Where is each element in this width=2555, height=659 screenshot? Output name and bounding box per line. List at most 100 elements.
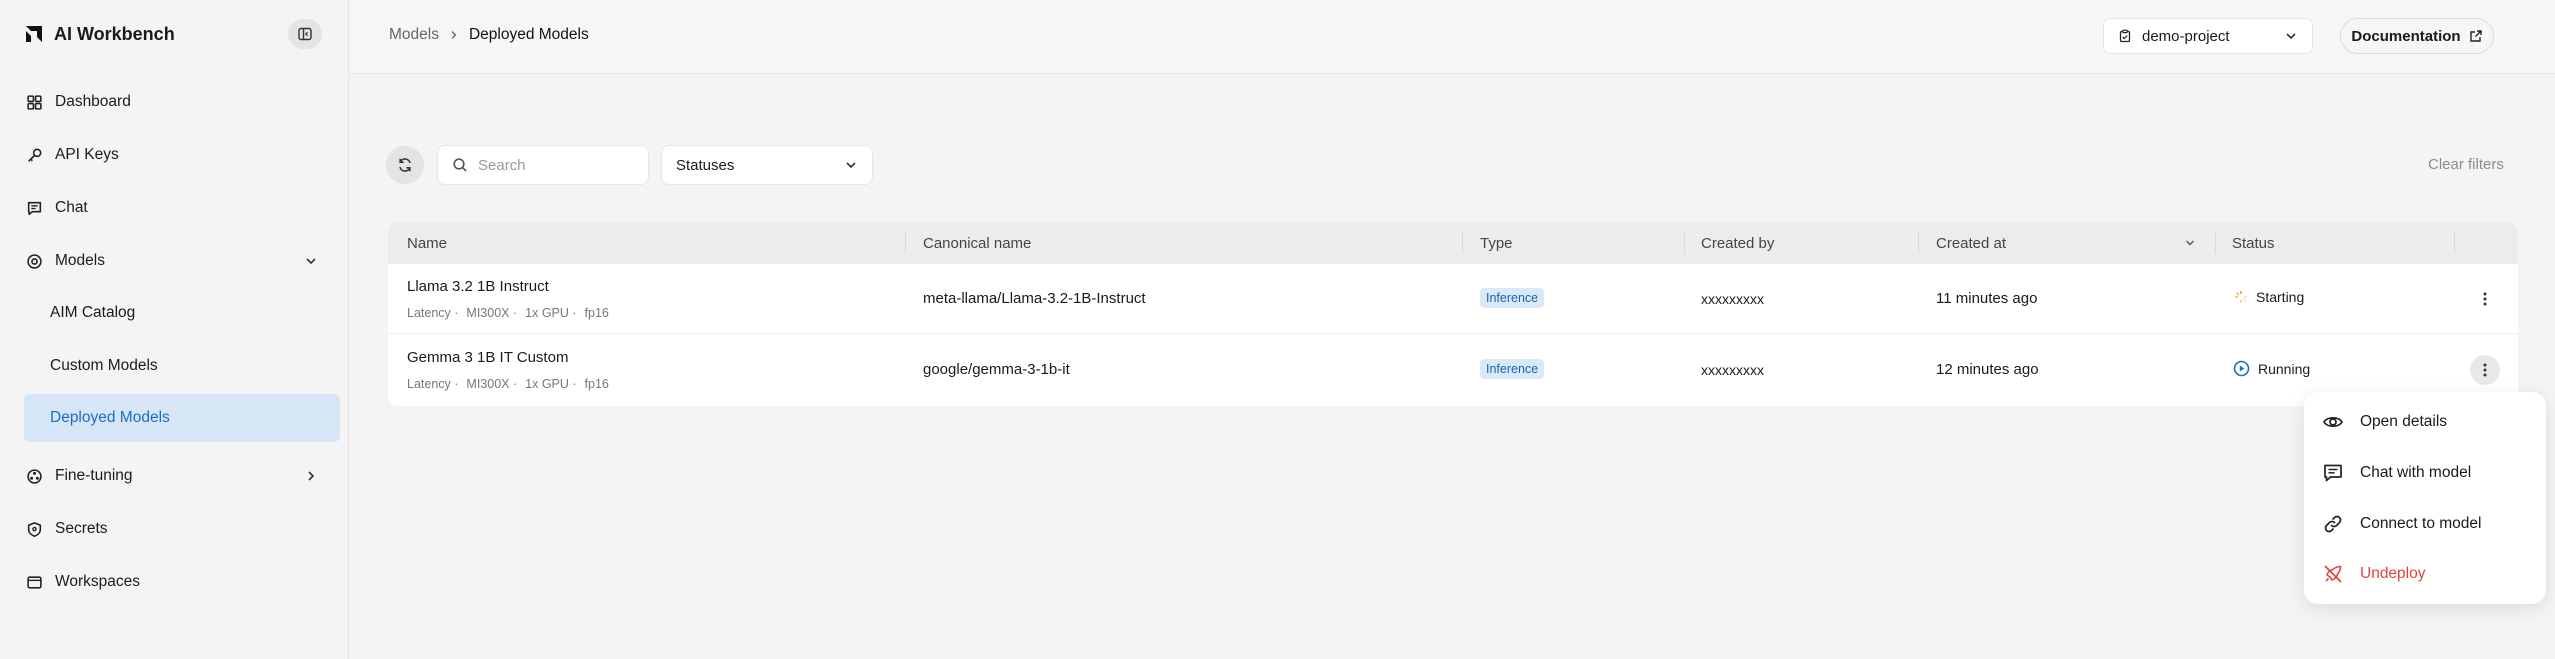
eye-icon (2323, 417, 2343, 427)
column-header-created-by[interactable]: Created by (1701, 222, 1774, 264)
sidebar-item-fine-tuning[interactable]: Fine-tuning (24, 454, 340, 498)
model-name: Llama 3.2 1B Instruct (407, 278, 549, 295)
type-badge: Inference (1480, 288, 1545, 308)
sidebar-item-custom-models[interactable]: Custom Models (24, 342, 340, 390)
chevron-down-icon (306, 258, 316, 265)
status-cell: Starting (2234, 289, 2304, 305)
sidebar-item-label: AIM Catalog (50, 304, 136, 321)
chevron-down-icon (2286, 33, 2296, 40)
menu-item-connect-to-model[interactable]: Connect to model (2322, 504, 2532, 544)
search-box[interactable] (437, 145, 649, 185)
menu-item-label: Connect to model (2360, 515, 2482, 532)
created-by: xxxxxxxxx (1701, 362, 1764, 378)
sidebar-item-label: Secrets (55, 520, 108, 537)
column-divider (2454, 232, 2455, 254)
status-label: Running (2258, 360, 2311, 377)
model-meta-gpu-type: MI300X · (466, 377, 518, 391)
top-bar: Models Deployed Models demo-project Docu… (349, 0, 2555, 74)
search-icon (453, 158, 467, 172)
table-row[interactable]: Llama 3.2 1B Instruct Latency · MI300X ·… (388, 264, 2518, 334)
sidebar-item-label: Custom Models (50, 357, 158, 374)
column-divider (1684, 232, 1685, 254)
canonical-name: meta-llama/Llama-3.2-1B-Instruct (923, 290, 1146, 307)
menu-item-label: Undeploy (2360, 565, 2426, 582)
model-meta-precision: fp16 (584, 306, 609, 320)
logo-icon (26, 26, 42, 42)
breadcrumb-models-link[interactable]: Models (389, 26, 439, 44)
sidebar-item-label: Dashboard (55, 93, 131, 110)
sidebar-item-aim-catalog[interactable]: AIM Catalog (24, 289, 340, 337)
refresh-button[interactable] (386, 146, 424, 184)
clipboard-icon (2119, 29, 2131, 43)
model-meta: Latency · MI300X · 1x GPU · fp16 (407, 306, 609, 320)
column-divider (2215, 232, 2216, 254)
models-icon (27, 253, 42, 269)
clear-filters-button[interactable]: Clear filters (2428, 156, 2504, 173)
menu-item-label: Chat with model (2360, 464, 2472, 481)
table-header: Name Canonical name Type Created by Crea… (388, 222, 2518, 264)
sidebar-item-dashboard[interactable]: Dashboard (24, 80, 340, 124)
created-at: 12 minutes ago (1936, 361, 2039, 378)
menu-item-label: Open details (2360, 413, 2448, 430)
spinner-icon (2235, 291, 2247, 303)
column-header-status[interactable]: Status (2232, 222, 2275, 264)
shield-icon (27, 521, 42, 537)
menu-item-chat-with-model[interactable]: Chat with model (2322, 453, 2532, 493)
table-row[interactable]: Gemma 3 1B IT Custom Latency · MI300X · … (388, 335, 2518, 405)
model-meta: Latency · MI300X · 1x GPU · fp16 (407, 377, 609, 391)
sort-desc-icon[interactable] (2184, 237, 2196, 249)
model-meta-latency: Latency · (407, 306, 459, 320)
chevron-right-icon (308, 471, 315, 481)
documentation-label: Documentation (2351, 27, 2461, 45)
column-divider (1918, 232, 1919, 254)
column-header-created-at[interactable]: Created at (1936, 222, 2006, 264)
row-actions-button[interactable] (2470, 284, 2500, 314)
more-vertical-icon (2483, 292, 2487, 306)
sidebar-item-secrets[interactable]: Secrets (24, 507, 340, 551)
documentation-button[interactable]: Documentation (2340, 18, 2494, 54)
sidebar-item-label: Models (55, 252, 105, 269)
row-actions-button[interactable] (2470, 355, 2500, 385)
sidebar-item-api-keys[interactable]: API Keys (24, 133, 340, 177)
external-link-icon (2469, 30, 2482, 42)
workspace-icon (27, 575, 42, 589)
project-select[interactable]: demo-project (2103, 18, 2313, 54)
sidebar-item-label: Fine-tuning (55, 467, 133, 484)
canonical-name: google/gemma-3-1b-it (923, 361, 1070, 378)
column-header-name[interactable]: Name (407, 222, 447, 264)
chat-icon (27, 201, 42, 215)
column-header-type[interactable]: Type (1480, 222, 1513, 264)
column-divider (905, 232, 906, 254)
sidebar-item-models[interactable]: Models (24, 239, 340, 283)
model-meta-gpu-count: 1x GPU · (525, 306, 577, 320)
search-input[interactable] (478, 156, 638, 174)
column-divider (1462, 232, 1463, 254)
rocket-off-icon (2324, 565, 2342, 583)
status-label: Starting (2256, 289, 2305, 305)
project-name: demo-project (2142, 27, 2230, 45)
sidebar-item-chat[interactable]: Chat (24, 186, 340, 230)
menu-item-open-details[interactable]: Open details (2322, 402, 2532, 442)
model-meta-precision: fp16 (584, 377, 609, 391)
breadcrumb: Models Deployed Models (389, 26, 589, 44)
model-meta-gpu-count: 1x GPU · (525, 377, 577, 391)
brand[interactable]: AI Workbench (24, 22, 175, 46)
model-meta-latency: Latency · (407, 377, 459, 391)
play-circle-icon (2233, 360, 2250, 377)
menu-item-undeploy[interactable]: Undeploy (2322, 554, 2532, 594)
link-icon (2324, 515, 2342, 533)
type-badge: Inference (1480, 359, 1545, 379)
deployed-models-table: Name Canonical name Type Created by Crea… (388, 222, 2518, 406)
sidebar: AI Workbench Dashboard API Keys Chat Mod… (0, 0, 349, 659)
chevron-right-icon (451, 31, 457, 39)
model-meta-gpu-type: MI300X · (466, 306, 518, 320)
collapse-sidebar-button[interactable] (288, 19, 322, 49)
sidebar-item-label: API Keys (55, 146, 119, 163)
column-header-canonical-name[interactable]: Canonical name (923, 222, 1031, 264)
sidebar-item-workspaces[interactable]: Workspaces (24, 560, 340, 604)
sidebar-item-deployed-models[interactable]: Deployed Models (24, 394, 340, 442)
status-filter-select[interactable]: Statuses (661, 145, 873, 185)
created-by: xxxxxxxxx (1701, 291, 1764, 307)
fine-tuning-icon (27, 468, 42, 484)
breadcrumb-current: Deployed Models (468, 26, 589, 43)
